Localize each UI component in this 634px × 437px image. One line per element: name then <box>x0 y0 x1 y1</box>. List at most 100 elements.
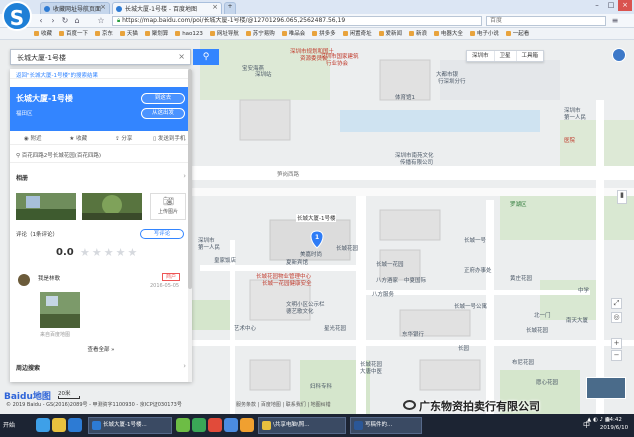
bookmark-item[interactable]: 网址导航 <box>209 28 239 39</box>
map-label[interactable]: 行业协会 <box>326 59 348 67</box>
map-label[interactable]: 夏新宾馆 <box>286 258 308 266</box>
photos-title[interactable]: 相册 <box>16 173 28 182</box>
bookmark-item[interactable]: 聚划算 <box>144 28 168 39</box>
taskbar-task-word[interactable]: 写稿件的... <box>350 417 422 434</box>
map-label[interactable]: 皇家饭店 <box>214 256 236 264</box>
place-photo[interactable] <box>82 193 142 220</box>
start-button[interactable]: 开始 <box>0 414 34 437</box>
folder-icon[interactable] <box>52 418 66 432</box>
clock[interactable]: 14:42 2019/6/10 <box>596 416 632 432</box>
breadcrumb[interactable]: 返回"长城大厦-1号楼"的搜索结果 <box>10 69 192 79</box>
home-icon[interactable]: ⌂ <box>72 16 82 26</box>
bookmark-item[interactable]: 收藏 <box>34 28 52 39</box>
tab-close-icon[interactable]: × <box>212 3 218 11</box>
map-label[interactable]: 八方服务 <box>372 290 394 298</box>
share-button[interactable]: ⇪ 分享 <box>101 133 147 144</box>
locate-icon[interactable]: ◎ <box>611 312 622 323</box>
map-label[interactable]: 北一门 <box>534 311 551 319</box>
scroll-thumb[interactable] <box>188 69 192 289</box>
map-label[interactable]: 艺术中心 <box>234 324 256 332</box>
wechat-app-icon[interactable] <box>192 418 206 432</box>
user-avatar-icon[interactable] <box>612 48 626 62</box>
bookmark-item[interactable]: 电子小说 <box>469 28 499 39</box>
map-search-box[interactable]: 长城大厦-1号楼 × <box>10 49 191 65</box>
avatar[interactable] <box>18 274 30 286</box>
bookmark-item[interactable]: 拼多多 <box>312 28 336 39</box>
maximize-icon[interactable]: □ <box>604 0 618 11</box>
clear-search-icon[interactable]: × <box>178 52 185 61</box>
map-label[interactable]: 美嘉时尚 <box>300 250 322 258</box>
url-input[interactable]: 🔒︎ https://map.baidu.com/poi/长城大厦-1号楼/@1… <box>112 16 482 26</box>
tab-close-icon[interactable]: × <box>100 3 106 11</box>
bookmark-item[interactable]: 电器大全 <box>433 28 463 39</box>
map-search-input[interactable]: 长城大厦-1号楼 <box>17 53 66 63</box>
favorite-button[interactable]: ★ 收藏 <box>56 133 102 144</box>
panel-scrollbar[interactable] <box>188 69 192 382</box>
reviewer-name[interactable]: 我是林歌 <box>38 274 60 282</box>
upload-photo-button[interactable]: 📷︎ 上传图片 <box>150 193 186 220</box>
ime-indicator[interactable]: 中 <box>583 420 590 430</box>
map-label[interactable]: 长城一号 <box>464 236 486 244</box>
bookmark-item[interactable]: 爱新闻 <box>378 28 402 39</box>
map-label[interactable]: 长城一花园 <box>376 260 404 268</box>
tab-baidu-map[interactable]: 长城大厦-1号楼 - 百度地图 × <box>112 2 222 14</box>
browser-logo-icon[interactable]: S <box>2 1 32 31</box>
route-to-button[interactable]: 到这去 <box>141 93 185 104</box>
map-label[interactable]: 大唐中医 <box>360 367 382 375</box>
search-button[interactable]: ⚲ <box>193 49 219 65</box>
forward-icon[interactable]: › <box>48 16 58 26</box>
chevron-right-icon[interactable]: › <box>183 172 186 180</box>
map-label[interactable]: 行深圳分行 <box>438 77 466 85</box>
place-photo[interactable] <box>16 193 76 220</box>
app-icon[interactable] <box>224 418 238 432</box>
app-icon[interactable] <box>240 418 254 432</box>
nearby-button[interactable]: ◉ 附近 <box>10 133 56 144</box>
refresh-icon[interactable]: ↻ <box>60 16 70 26</box>
footer-links[interactable]: 服务条款 | 百度地图 | 联系我们 | 地图纠错 <box>236 401 331 408</box>
map-label[interactable]: 第一人民 <box>564 113 586 121</box>
new-tab-button[interactable]: + <box>224 2 236 14</box>
nearby-search-title[interactable]: 周边搜索 <box>16 363 40 372</box>
map-label[interactable]: 布尼花园 <box>512 358 534 366</box>
map-label[interactable]: 长城花园 <box>526 326 548 334</box>
map-label-selected[interactable]: 长城大厦-1号楼 <box>296 214 337 222</box>
minimize-icon[interactable]: – <box>590 0 604 11</box>
rating-stars[interactable]: ★★★★★ <box>80 246 139 259</box>
back-icon[interactable]: ‹ <box>36 16 46 26</box>
map-label[interactable]: 长城一号公寓 <box>454 302 487 310</box>
map-label[interactable]: 德艺歌文化 <box>286 307 314 315</box>
map-label[interactable]: 中学 <box>578 286 589 294</box>
menu-icon[interactable]: ≡ <box>610 16 620 26</box>
map-label[interactable]: 长园 <box>458 344 469 352</box>
taskbar-task-browser[interactable]: 长城大厦-1号楼... <box>88 417 172 434</box>
map-label[interactable]: 深圳站 <box>255 70 272 78</box>
route-from-button[interactable]: 从这出发 <box>141 108 185 119</box>
satellite-toggle[interactable]: 卫星 <box>495 51 517 61</box>
bookmark-item[interactable]: 闲置奇址 <box>342 28 372 39</box>
map-label[interactable]: 星光花园 <box>324 324 346 332</box>
city-selector[interactable]: 深圳市 <box>467 51 495 61</box>
map-label[interactable]: 体育馆1 <box>395 93 415 101</box>
browser-icon[interactable] <box>68 418 82 432</box>
map-label[interactable]: 传播有限公司 <box>400 158 433 166</box>
zoom-in-icon[interactable]: + <box>611 338 622 349</box>
map-label[interactable]: 愿心花园 <box>536 378 558 386</box>
bookmark-item[interactable]: 百度一下 <box>58 28 88 39</box>
zoom-out-icon[interactable]: − <box>611 350 622 361</box>
satellite-thumbnail[interactable] <box>586 377 626 399</box>
map-label[interactable]: 第一人民 <box>198 243 220 251</box>
taskbar-task-explorer[interactable]: \共享电脑\照... <box>258 417 346 434</box>
bookmark-star-icon[interactable]: ☆ <box>96 16 106 26</box>
send-to-phone-button[interactable]: ▯ 发送到手机 <box>147 133 193 144</box>
app-icon[interactable] <box>208 418 222 432</box>
view-all-link[interactable]: 查看全部 » <box>10 345 192 353</box>
bookmark-item[interactable]: 京东 <box>94 28 113 39</box>
map-label[interactable]: 医院 <box>564 136 575 144</box>
ie-icon[interactable] <box>36 418 50 432</box>
bookmark-item[interactable]: 新浪 <box>408 28 427 39</box>
app-icon[interactable] <box>176 418 190 432</box>
bookmark-item[interactable]: 苏宁易购 <box>245 28 275 39</box>
write-review-button[interactable]: 写评论 <box>140 229 184 239</box>
review-photo[interactable] <box>40 292 80 328</box>
map-label[interactable]: 长城一花园健康安全 <box>262 279 312 287</box>
